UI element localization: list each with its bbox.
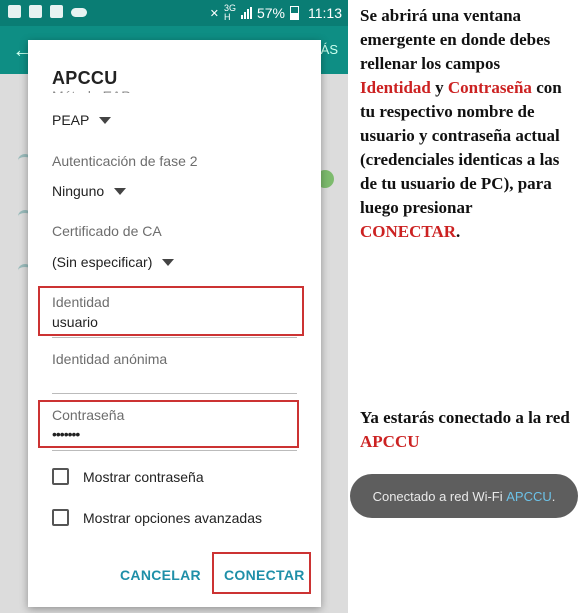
identity-input[interactable]: usuario: [52, 314, 98, 330]
anon-identity-underline: [52, 393, 297, 394]
ca-cert-value: (Sin especificar): [52, 254, 153, 270]
instr-end: .: [456, 222, 461, 241]
instr-part-c: con tu respectivo nombre de usuario y co…: [360, 78, 562, 217]
caret-down-icon: [99, 116, 112, 124]
appbar-overflow-text[interactable]: ÁS: [321, 42, 338, 57]
show-password-label: Mostrar contraseña: [83, 468, 204, 485]
instr-identity: Identidad: [360, 78, 431, 97]
password-input[interactable]: •••••••: [52, 426, 80, 442]
instr-part-b: y: [435, 78, 444, 97]
identity-underline: [52, 337, 297, 338]
screenshot-icon: [8, 5, 21, 18]
image-icon: [29, 5, 42, 18]
toast-end: .: [551, 488, 556, 504]
clock: 11:13: [308, 5, 342, 21]
checkbox-box[interactable]: [52, 509, 69, 526]
caret-down-icon: [162, 258, 175, 266]
connect-button[interactable]: CONECTAR: [224, 567, 305, 583]
battery-percent: 57%: [256, 5, 285, 21]
eap-method-value: PEAP: [52, 112, 90, 128]
eap-method-dropdown[interactable]: PEAP: [52, 112, 112, 128]
connected-network: APCCU: [360, 432, 420, 451]
show-password-checkbox[interactable]: Mostrar contraseña: [52, 468, 204, 485]
caret-down-icon: [114, 187, 127, 195]
phase2-label: Autenticación de fase 2: [52, 153, 198, 169]
cancel-button[interactable]: CANCELAR: [120, 567, 201, 583]
notification-icons: [8, 5, 87, 18]
password-underline: [52, 450, 297, 451]
advanced-options-label: Mostrar opciones avanzadas: [83, 509, 262, 526]
connected-text: Ya estarás conectado a la red APCCU: [360, 406, 574, 454]
network-sub: H: [223, 12, 231, 22]
battery-icon: [290, 6, 299, 20]
connected-part-a: Ya estarás conectado a la red: [360, 408, 570, 427]
mute-icon: ✕: [209, 7, 219, 20]
identity-label: Identidad: [52, 294, 110, 310]
toast-network: APCCU: [506, 488, 552, 504]
mail-icon: [50, 5, 63, 18]
advanced-options-checkbox[interactable]: Mostrar opciones avanzadas: [52, 509, 262, 526]
phone-screen: ✕ 3G H 57% 11:13 ← ÁS APCCU Método EAP P…: [0, 0, 348, 613]
cloud-icon: [71, 8, 87, 17]
checkbox-box[interactable]: [52, 468, 69, 485]
phase2-dropdown[interactable]: Ninguno: [52, 183, 127, 199]
instr-part-a: Se abrirá una ventana emergente en donde…: [360, 6, 551, 73]
password-label: Contraseña: [52, 407, 125, 423]
system-icons: ✕ 3G H 57% 11:13: [210, 4, 342, 22]
connected-toast: Conectado a red Wi-Fi APCCU.: [350, 474, 578, 518]
instr-connect: CONECTAR: [360, 222, 457, 241]
anon-identity-label: Identidad anónima: [52, 351, 168, 367]
ca-cert-dropdown[interactable]: (Sin especificar): [52, 254, 175, 270]
status-bar: ✕ 3G H 57% 11:13: [0, 0, 348, 26]
signal-icon: [240, 7, 252, 19]
instr-password: Contraseña: [447, 78, 532, 97]
eap-method-label: Método EAP: [52, 84, 131, 93]
wifi-connect-dialog: APCCU Método EAP PEAP Autenticación de f…: [28, 40, 321, 607]
ca-cert-label: Certificado de CA: [52, 223, 162, 239]
phase2-value: Ninguno: [52, 183, 105, 199]
toast-text: Conectado a red Wi-Fi: [372, 488, 503, 504]
instructions-text: Se abrirá una ventana emergente en donde…: [360, 4, 574, 244]
